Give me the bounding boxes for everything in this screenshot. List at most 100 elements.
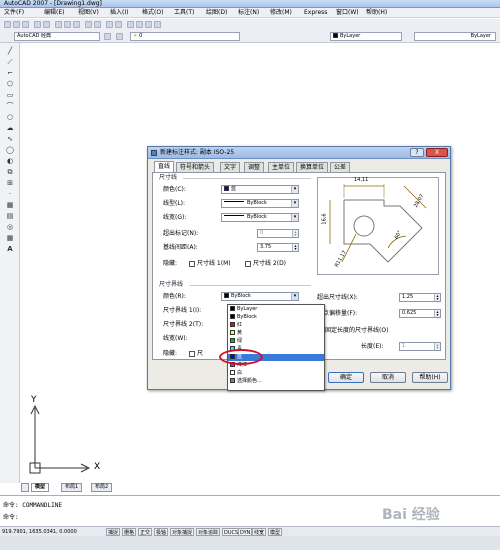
- help-button[interactable]: 帮助(H): [412, 372, 448, 383]
- region-icon[interactable]: ◎: [5, 223, 15, 232]
- print-icon[interactable]: [34, 21, 41, 28]
- properties-icon[interactable]: [127, 21, 134, 28]
- color-option[interactable]: 绿: [228, 338, 324, 345]
- tab-fit[interactable]: 调整: [244, 162, 265, 172]
- spinner-arrows-icon[interactable]: ▴ ▾: [434, 294, 440, 301]
- spinner-arrows-icon[interactable]: ▴ ▾: [292, 244, 298, 251]
- menu-format[interactable]: 格式(O): [142, 9, 163, 17]
- toggle-dyn[interactable]: DYN: [238, 528, 253, 536]
- ext-color-dropdown[interactable]: ByBlock ▾: [221, 292, 299, 301]
- dim-color-dropdown[interactable]: 蓝 ▾: [221, 185, 299, 194]
- tab-layout2[interactable]: 布局2: [91, 483, 113, 492]
- dialog-close-button[interactable]: X: [426, 148, 448, 157]
- designcenter-icon[interactable]: [136, 21, 143, 28]
- layer-combo[interactable]: ☀ 0: [130, 32, 240, 41]
- command-prompt[interactable]: 命令:: [3, 512, 19, 521]
- gradient-icon[interactable]: ▤: [5, 212, 15, 221]
- arc-icon[interactable]: ⌒: [5, 102, 15, 111]
- toggle-lineweight[interactable]: 线宽: [252, 528, 267, 536]
- tab-alternate-units[interactable]: 换算单位: [296, 162, 329, 172]
- undo-icon[interactable]: [85, 21, 92, 28]
- menu-modify[interactable]: 修改(M): [270, 9, 292, 17]
- redo-icon[interactable]: [94, 21, 101, 28]
- color-option[interactable]: 红: [228, 322, 324, 329]
- ellipse-icon[interactable]: ◯: [5, 146, 15, 155]
- toggle-osnap[interactable]: 对象捕捉: [170, 528, 195, 536]
- help-icon[interactable]: [154, 21, 161, 28]
- make-block-icon[interactable]: ⊞: [5, 179, 15, 188]
- toggle-grid[interactable]: 栅格: [122, 528, 137, 536]
- ellipse-arc-icon[interactable]: ◐: [5, 157, 15, 166]
- suppress-ext1-checkbox[interactable]: [189, 351, 195, 357]
- extend-ticks-spinner[interactable]: 0 ▴ ▾: [257, 229, 299, 238]
- menu-window[interactable]: 窗口(W): [336, 9, 359, 17]
- toolpalette-icon[interactable]: [145, 21, 152, 28]
- polygon-icon[interactable]: ⬠: [5, 80, 15, 89]
- preview-icon[interactable]: [43, 21, 50, 28]
- suppress-dim1-checkbox[interactable]: [189, 261, 195, 267]
- tab-tolerances[interactable]: 公差: [330, 162, 351, 172]
- workspace-combo[interactable]: AutoCAD 经典: [14, 32, 100, 41]
- tab-model[interactable]: 模型: [31, 483, 50, 492]
- hatch-icon[interactable]: ▦: [5, 201, 15, 210]
- mtext-icon[interactable]: A: [5, 245, 15, 254]
- menu-edit[interactable]: 编辑(E): [44, 9, 64, 17]
- length-spinner[interactable]: 1 ▴ ▾: [399, 342, 441, 351]
- new-icon[interactable]: [4, 21, 11, 28]
- toggle-otrack[interactable]: 对象追踪: [196, 528, 221, 536]
- menu-view[interactable]: 视图(V): [78, 9, 99, 17]
- paste-icon[interactable]: [73, 21, 80, 28]
- workspace-settings-icon[interactable]: [104, 33, 111, 40]
- color-combo[interactable]: ByLayer: [330, 32, 402, 41]
- menu-insert[interactable]: 插入(I): [110, 9, 128, 17]
- tab-primary-units[interactable]: 主单位: [268, 162, 295, 172]
- zoom-icon[interactable]: [115, 21, 122, 28]
- insert-block-icon[interactable]: ⧉: [5, 168, 15, 177]
- spinner-arrows-icon[interactable]: ▴ ▾: [292, 230, 298, 237]
- linetype-combo[interactable]: ByLayer: [414, 32, 496, 41]
- dim-lineweight-dropdown[interactable]: ByBlock ▾: [221, 213, 299, 222]
- menu-file[interactable]: 文件(F): [4, 9, 24, 17]
- revcloud-icon[interactable]: ☁: [5, 124, 15, 133]
- table-icon[interactable]: ▦: [5, 234, 15, 243]
- spline-icon[interactable]: ∿: [5, 135, 15, 144]
- toggle-polar[interactable]: 极轴: [154, 528, 169, 536]
- toggle-snap[interactable]: 捕捉: [106, 528, 121, 536]
- spinner-arrows-icon[interactable]: ▴ ▾: [434, 310, 440, 317]
- toggle-ortho[interactable]: 正交: [138, 528, 153, 536]
- extend-beyond-spinner[interactable]: 1.25 ▴ ▾: [399, 293, 441, 302]
- pan-icon[interactable]: [106, 21, 113, 28]
- color-option[interactable]: 白: [228, 370, 324, 377]
- copy-icon[interactable]: [64, 21, 71, 28]
- dim-linetype-dropdown[interactable]: ByBlock ▾: [221, 199, 299, 208]
- point-icon[interactable]: ·: [5, 190, 15, 199]
- origin-offset-spinner[interactable]: 0.625 ▴ ▾: [399, 309, 441, 318]
- dialog-help-button[interactable]: ?: [410, 148, 424, 157]
- cut-icon[interactable]: [55, 21, 62, 28]
- ok-button[interactable]: 确定: [328, 372, 364, 383]
- save-icon[interactable]: [22, 21, 29, 28]
- menu-draw[interactable]: 绘图(D): [206, 9, 227, 17]
- color-option[interactable]: ByBlock: [228, 314, 324, 321]
- tab-nav-first-icon[interactable]: [21, 483, 29, 492]
- tab-lines[interactable]: 直线: [154, 161, 175, 172]
- layer-manager-icon[interactable]: [116, 33, 123, 40]
- tab-text[interactable]: 文字: [220, 162, 241, 172]
- menu-help[interactable]: 帮助(H): [366, 9, 387, 17]
- color-option[interactable]: 黄: [228, 330, 324, 337]
- open-icon[interactable]: [13, 21, 20, 28]
- color-option[interactable]: ByLayer: [228, 306, 324, 313]
- spinner-arrows-icon[interactable]: ▴ ▾: [434, 343, 440, 350]
- circle-icon[interactable]: ○: [5, 113, 15, 122]
- menu-express[interactable]: Express: [304, 9, 327, 17]
- menu-tools[interactable]: 工具(T): [174, 9, 194, 17]
- tab-symbols-arrows[interactable]: 符号和箭头: [176, 162, 215, 172]
- line-icon[interactable]: ╱: [5, 47, 15, 56]
- baseline-spacing-spinner[interactable]: 3.75 ▴ ▾: [257, 243, 299, 252]
- cancel-button[interactable]: 取消: [370, 372, 406, 383]
- rectangle-icon[interactable]: ▭: [5, 91, 15, 100]
- polyline-icon[interactable]: ⌐: [5, 69, 15, 78]
- menu-dimension[interactable]: 标注(N): [238, 9, 259, 17]
- suppress-dim2-checkbox[interactable]: [245, 261, 251, 267]
- tab-layout1[interactable]: 布局1: [61, 483, 83, 492]
